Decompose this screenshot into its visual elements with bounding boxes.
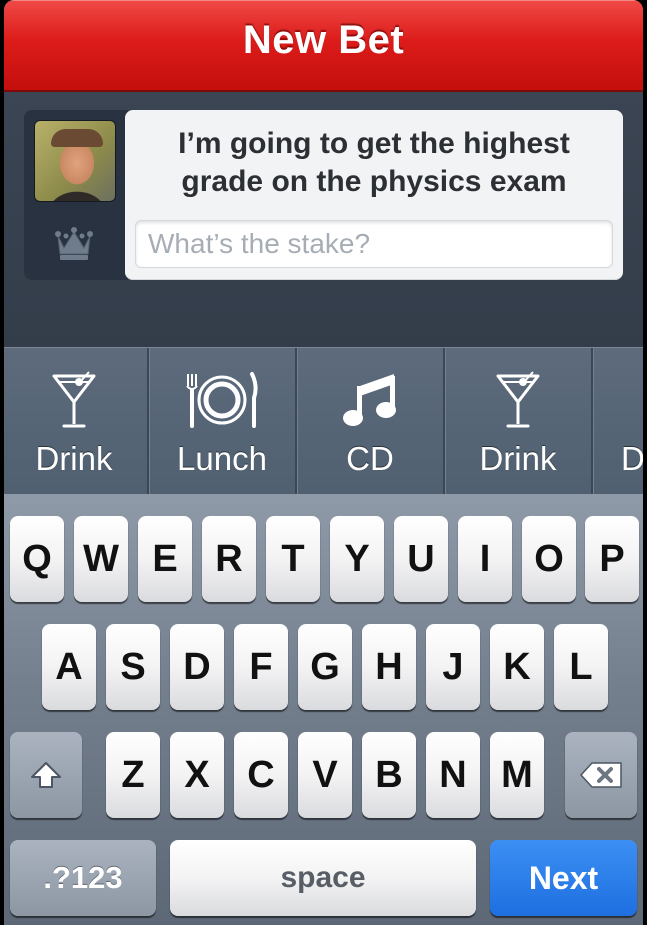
stake-option-lunch[interactable]: Lunch [149,348,297,494]
key-w[interactable]: W [74,516,128,602]
key-f[interactable]: F [234,624,288,710]
bet-area: I’m going to get the highest grade on th… [4,92,643,347]
app-screen: New Bet I’m going to get the highest gra… [4,0,643,925]
stake-input[interactable] [135,220,613,268]
key-u[interactable]: U [394,516,448,602]
option-label: CD [346,440,394,477]
key-t[interactable]: T [266,516,320,602]
stake-option-cd[interactable]: CD [297,348,445,494]
martini-glass-icon [52,371,96,428]
backspace-key[interactable] [565,732,637,818]
option-label: Drink [479,440,557,477]
option-label: Drink [35,440,113,477]
key-i[interactable]: I [458,516,512,602]
bet-card: I’m going to get the highest grade on th… [125,110,623,280]
music-note-icon [343,374,396,426]
key-p[interactable]: P [585,516,639,602]
shift-arrow-icon [31,762,61,788]
stake-options-strip[interactable]: Drink Lunch CD Drink D [4,347,643,495]
key-d[interactable]: D [170,624,224,710]
key-y[interactable]: Y [330,516,384,602]
key-a[interactable]: A [42,624,96,710]
key-q[interactable]: Q [10,516,64,602]
key-n[interactable]: N [426,732,480,818]
stake-option-partial[interactable]: D [593,348,643,494]
numbers-key[interactable]: .?123 [10,840,156,916]
page-title: New Bet [242,18,405,62]
key-c[interactable]: C [234,732,288,818]
avatar-panel [24,110,128,280]
stake-option-drink-2[interactable]: Drink [445,348,593,494]
option-label: Lunch [177,440,267,477]
stake-option-drink[interactable]: Drink [4,348,149,494]
key-x[interactable]: X [170,732,224,818]
option-label: D [621,440,643,477]
shift-key[interactable] [10,732,82,818]
key-o[interactable]: O [522,516,576,602]
key-z[interactable]: Z [106,732,160,818]
plate-fork-knife-icon [186,372,258,428]
crown-icon [55,227,93,260]
next-button[interactable]: Next [490,840,637,916]
key-r[interactable]: R [202,516,256,602]
key-s[interactable]: S [106,624,160,710]
key-m[interactable]: M [490,732,544,818]
key-v[interactable]: V [298,732,352,818]
key-l[interactable]: L [554,624,608,710]
martini-glass-icon [496,371,540,428]
avatar-hair [51,129,103,147]
key-h[interactable]: H [362,624,416,710]
bet-description: I’m going to get the highest grade on th… [178,127,570,198]
key-e[interactable]: E [138,516,192,602]
title-bar: New Bet [4,0,643,92]
space-key[interactable]: space [170,840,476,916]
key-g[interactable]: G [298,624,352,710]
keyboard: Q W E R T Y U I O P A S D F G H J K L Z … [4,494,643,925]
avatar[interactable] [34,120,116,202]
key-b[interactable]: B [362,732,416,818]
backspace-icon [580,762,622,788]
key-j[interactable]: J [426,624,480,710]
key-k[interactable]: K [490,624,544,710]
